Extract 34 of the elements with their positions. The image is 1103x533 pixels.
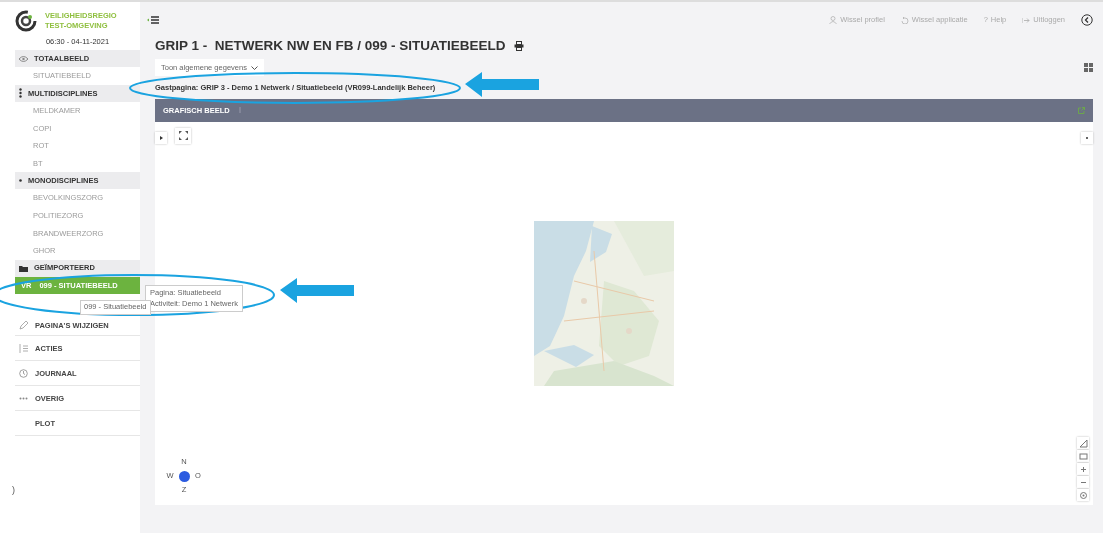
dot-icon	[19, 179, 22, 183]
refresh-icon	[900, 16, 909, 24]
list-icon	[19, 343, 28, 353]
layers-button[interactable]	[1077, 450, 1089, 462]
layers-icon	[1078, 451, 1088, 461]
dots-icon	[19, 88, 22, 99]
fullscreen-icon	[178, 131, 188, 141]
zoom-out-button[interactable]	[1077, 476, 1089, 488]
measure-button[interactable]	[1077, 437, 1089, 449]
logo-icon	[15, 10, 37, 32]
collapse-handle[interactable]: )	[12, 484, 18, 498]
eye-icon	[19, 55, 28, 62]
zoom-in-button[interactable]	[1077, 463, 1089, 475]
user-icon	[829, 16, 838, 24]
measure-icon	[1078, 438, 1088, 448]
target-icon	[1078, 490, 1088, 500]
expand-toggle[interactable]	[155, 131, 167, 144]
pencil-icon	[19, 321, 28, 331]
folder-icon	[19, 264, 28, 272]
compass-knob[interactable]	[178, 470, 190, 482]
zoom-in-icon	[1078, 464, 1088, 474]
caret-icon	[159, 135, 163, 140]
page-title: GRIP 1 - NETWERK NW EN FB / 099 - SITUATIEBEELD	[155, 38, 506, 55]
side-panel-toggle[interactable]	[1081, 131, 1093, 144]
menu-toggle-icon[interactable]	[147, 16, 159, 24]
fullscreen-button[interactable]	[175, 127, 191, 144]
chevron-icon	[250, 65, 258, 70]
dots-icon	[19, 396, 28, 400]
back-icon[interactable]	[1081, 14, 1093, 26]
logout-icon	[1022, 16, 1031, 24]
grid-icon[interactable]	[1084, 63, 1093, 73]
target-button[interactable]	[1077, 489, 1089, 501]
print-icon[interactable]	[513, 41, 524, 52]
clock-icon	[19, 368, 28, 378]
